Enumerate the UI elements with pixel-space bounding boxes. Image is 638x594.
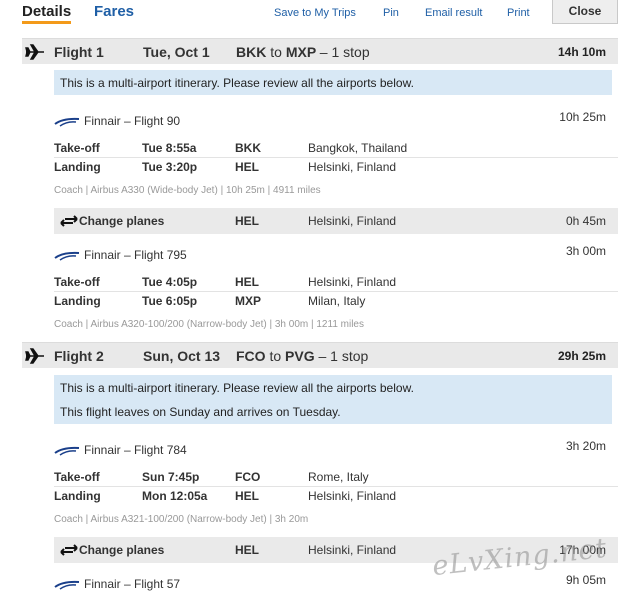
notice-box: This is a multi-airport itinerary. Pleas… (54, 375, 612, 424)
layover-duration: 0h 45m (565, 214, 606, 228)
landing-label: Landing (54, 294, 101, 308)
flight-label: Flight 2 (54, 348, 104, 364)
flight-label: Flight 1 (54, 44, 104, 60)
landing-time: Tue 3:20p (142, 160, 198, 174)
segment-duration: 3h 00m (565, 244, 606, 258)
flight-header-1: Flight 1 Tue, Oct 1 BKK to MXP – 1 stop … (22, 38, 618, 64)
finnair-logo (54, 251, 80, 261)
close-button[interactable]: Close (552, 0, 618, 24)
flight-route: FCO to PVG – 1 stop (236, 348, 369, 364)
landing-city: Helsinki, Finland (308, 160, 397, 174)
takeoff-city: Helsinki, Finland (308, 275, 397, 289)
takeoff-city: Rome, Italy (308, 470, 369, 484)
takeoff-row: Take-off Sun 7:45p FCO Rome, Italy (54, 468, 618, 487)
landing-label: Landing (54, 160, 101, 174)
takeoff-row: Take-off Tue 4:05p HEL Helsinki, Finland (54, 273, 618, 292)
segment-meta: Coach | Airbus A321-100/200 (Narrow-body… (54, 514, 309, 525)
tab-active-indicator (22, 21, 71, 24)
landing-code: MXP (235, 294, 262, 308)
plane-icon (25, 348, 44, 364)
pin-link[interactable]: Pin (383, 7, 399, 19)
change-planes-icon (60, 544, 78, 556)
segment-meta: Coach | Airbus A320-100/200 (Narrow-body… (54, 319, 364, 330)
finnair-logo (54, 117, 80, 127)
segment-duration: 10h 25m (559, 110, 606, 124)
flight-date: Sun, Oct 13 (143, 348, 221, 364)
takeoff-time: Tue 8:55a (142, 141, 197, 155)
change-planes-label: Change planes (79, 543, 165, 557)
landing-row: Landing Tue 6:05p MXP Milan, Italy (54, 292, 618, 311)
change-planes-bar: Change planes HEL Helsinki, Finland 0h 4… (54, 208, 618, 234)
finnair-logo (54, 580, 80, 590)
takeoff-label: Take-off (54, 141, 100, 155)
takeoff-label: Take-off (54, 275, 100, 289)
save-to-my-trips-link[interactable]: Save to My Trips (274, 7, 356, 19)
landing-city: Milan, Italy (308, 294, 366, 308)
landing-row: Landing Mon 12:05a HEL Helsinki, Finland (54, 487, 618, 506)
flight-duration: 14h 10m (557, 45, 606, 59)
carrier-name: Finnair – Flight 784 (84, 443, 187, 457)
change-planes-icon (60, 215, 78, 227)
flight-date: Tue, Oct 1 (143, 44, 210, 60)
takeoff-row: Take-off Tue 8:55a BKK Bangkok, Thailand (54, 139, 618, 158)
takeoff-code: HEL (235, 275, 259, 289)
plane-icon (25, 44, 44, 60)
takeoff-code: BKK (235, 141, 261, 155)
carrier-name: Finnair – Flight 57 (84, 577, 181, 591)
landing-code: HEL (235, 160, 259, 174)
segment-meta: Coach | Airbus A330 (Wide-body Jet) | 10… (54, 185, 321, 196)
carrier-name: Finnair – Flight 795 (84, 248, 187, 262)
landing-time: Tue 6:05p (142, 294, 198, 308)
segment-duration: 3h 20m (565, 439, 606, 453)
notice-text: This flight leaves on Sunday and arrives… (60, 405, 341, 419)
flight-route: BKK to MXP – 1 stop (236, 44, 370, 60)
landing-city: Helsinki, Finland (308, 489, 397, 503)
takeoff-time: Sun 7:45p (142, 470, 200, 484)
landing-label: Landing (54, 489, 101, 503)
change-city: Helsinki, Finland (308, 543, 397, 557)
takeoff-time: Tue 4:05p (142, 275, 198, 289)
top-bar: Details Fares Save to My Trips Pin Email… (0, 0, 638, 30)
email-result-link[interactable]: Email result (425, 7, 482, 19)
segment-duration: 9h 05m (565, 573, 606, 587)
change-planes-label: Change planes (79, 214, 165, 228)
flight-header-2: Flight 2 Sun, Oct 13 FCO to PVG – 1 stop… (22, 342, 618, 368)
change-code: HEL (235, 543, 259, 557)
landing-time: Mon 12:05a (142, 489, 208, 503)
notice-box: This is a multi-airport itinerary. Pleas… (54, 70, 612, 95)
change-code: HEL (235, 214, 259, 228)
takeoff-code: FCO (235, 470, 261, 484)
landing-row: Landing Tue 3:20p HEL Helsinki, Finland (54, 158, 618, 177)
takeoff-label: Take-off (54, 470, 100, 484)
print-link[interactable]: Print (507, 7, 530, 19)
notice-text: This is a multi-airport itinerary. Pleas… (60, 76, 414, 90)
flight-duration: 29h 25m (557, 349, 606, 363)
landing-code: HEL (235, 489, 259, 503)
notice-text: This is a multi-airport itinerary. Pleas… (60, 381, 414, 395)
change-city: Helsinki, Finland (308, 214, 397, 228)
tab-fares[interactable]: Fares (94, 3, 134, 20)
finnair-logo (54, 446, 80, 456)
takeoff-city: Bangkok, Thailand (308, 141, 408, 155)
tab-details[interactable]: Details (22, 3, 71, 20)
carrier-name: Finnair – Flight 90 (84, 114, 181, 128)
